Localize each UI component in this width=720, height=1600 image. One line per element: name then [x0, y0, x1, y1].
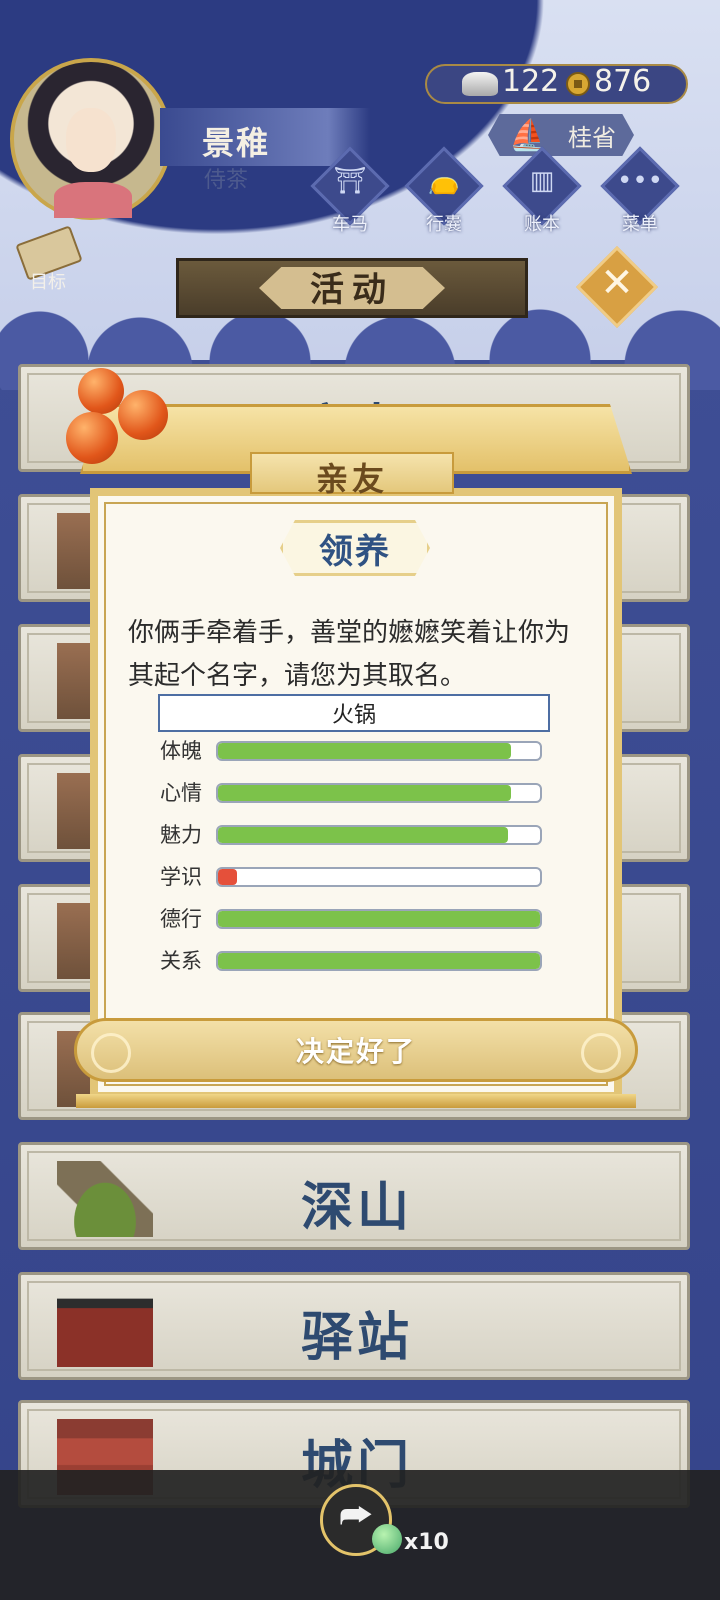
- avatar-dress: [54, 182, 132, 218]
- nav-menu-button[interactable]: ••• 菜单: [600, 146, 680, 235]
- more-icon: •••: [616, 166, 663, 196]
- adopt-dialog: 亲友 领养 你俩手牵着手，善堂的嬷嬷笑着让你为其起个名字，请您为其取名。 体魄心…: [66, 368, 642, 1110]
- bag-icon: 👝: [427, 166, 461, 196]
- stat-bar: [216, 867, 542, 887]
- stat-bar-fill: [218, 869, 238, 885]
- stat-bar: [216, 909, 542, 929]
- carriage-icon: ⛩: [333, 166, 367, 196]
- nav-label: 车马: [332, 214, 368, 235]
- stat-row: 关系: [160, 948, 580, 974]
- coin-amount: 876: [594, 64, 652, 99]
- stat-bar: [216, 825, 542, 845]
- stat-bar-fill: [218, 911, 540, 927]
- stat-row: 心情: [160, 780, 580, 806]
- candied-fruit-icon: [118, 390, 168, 440]
- close-icon[interactable]: ✕: [588, 260, 646, 306]
- ledger-icon: ▥: [529, 166, 555, 196]
- character-avatar[interactable]: [10, 58, 172, 220]
- activity-title: 活动: [310, 270, 394, 310]
- card-mountain[interactable]: 深山: [18, 1142, 690, 1250]
- silver-amount: 122: [502, 64, 560, 99]
- silver-ingot-icon: [462, 72, 498, 96]
- stat-bar: [216, 741, 542, 761]
- pet-name-input[interactable]: [158, 694, 550, 732]
- stat-bar: [216, 783, 542, 803]
- stat-row: 学识: [160, 864, 580, 890]
- stat-label: 魅力: [160, 823, 202, 847]
- token-icon: [372, 1524, 402, 1554]
- nav-label: 菜单: [622, 214, 658, 235]
- stat-bar-fill: [218, 785, 512, 801]
- confirm-label[interactable]: 决定好了: [74, 1030, 638, 1070]
- card-title: 深山: [300, 1178, 413, 1238]
- stat-label: 关系: [160, 949, 202, 973]
- nav-label: 行囊: [426, 214, 462, 235]
- stat-bar-fill: [218, 827, 508, 843]
- character-role: 侍茶: [204, 168, 249, 193]
- dialog-scroll-bottom: [76, 1094, 636, 1108]
- character-name: 景稚: [202, 124, 271, 162]
- nav-label: 账本: [524, 214, 560, 235]
- location-icon: ⛵: [509, 118, 547, 153]
- stat-bar-fill: [218, 743, 512, 759]
- stat-label: 德行: [160, 907, 202, 931]
- stat-row: 德行: [160, 906, 580, 932]
- nav-carriage-button[interactable]: ⛩ 车马: [310, 146, 390, 235]
- stat-label: 学识: [160, 865, 202, 889]
- stat-row: 体魄: [160, 738, 580, 764]
- card-title: 驿站: [300, 1308, 413, 1368]
- stat-row: 魅力: [160, 822, 580, 848]
- location-label: 桂省: [568, 124, 616, 152]
- stat-bar: [216, 951, 542, 971]
- stat-label: 体魄: [160, 739, 202, 763]
- nav-bag-button[interactable]: 👝 行囊: [404, 146, 484, 235]
- card-station[interactable]: 驿站: [18, 1272, 690, 1380]
- copper-coin-icon: [566, 72, 590, 96]
- goal-label: 目标: [30, 272, 66, 293]
- goal-button[interactable]: 目标: [12, 225, 84, 293]
- nav-ledger-button[interactable]: ▥ 账本: [502, 146, 582, 235]
- dialog-subtitle: 领养: [319, 532, 391, 572]
- token-count: x10: [404, 1530, 449, 1555]
- stat-bar-fill: [218, 953, 540, 969]
- dialog-tab-title: 亲友: [315, 460, 388, 498]
- stat-label: 心情: [160, 781, 202, 805]
- dialog-message: 你俩手牵着手，善堂的嬷嬷笑着让你为其起个名字，请您为其取名。: [128, 618, 571, 691]
- candied-fruit-icon: [66, 412, 118, 464]
- candied-fruit-icon: [78, 368, 124, 414]
- avatar-face: [66, 108, 116, 172]
